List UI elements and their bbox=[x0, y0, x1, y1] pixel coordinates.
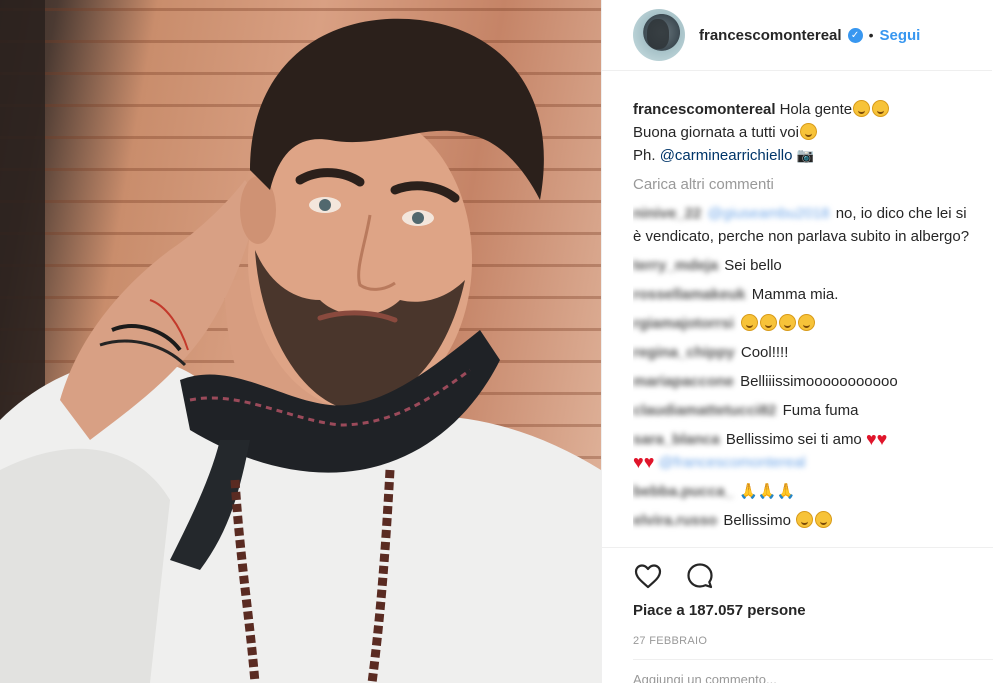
speech-bubble-icon[interactable] bbox=[685, 561, 715, 591]
comment-item: terry_mdeja Sei bello bbox=[633, 254, 979, 277]
portrait-illustration bbox=[0, 0, 601, 683]
header-username[interactable]: francescomontereal bbox=[699, 27, 842, 44]
comment-mention-link[interactable]: @francescomontereal bbox=[659, 454, 806, 471]
post-photo[interactable] bbox=[0, 0, 601, 683]
comment-item: bebba.pucca_ 🙏🙏🙏 bbox=[633, 480, 979, 503]
comment-username[interactable]: rossellamakeuk bbox=[633, 286, 746, 303]
smiling-face-emoji-icon bbox=[760, 314, 778, 331]
divider bbox=[633, 659, 993, 660]
comment-text: Bellissimo bbox=[723, 512, 791, 529]
comment-text: Belliiissimooooooooooo bbox=[740, 373, 898, 390]
comment-username[interactable]: rgiamajotorrsi bbox=[633, 315, 734, 332]
comment-username[interactable]: ninive_22 bbox=[633, 205, 701, 222]
post-caption: francescomontereal Hola gente Buona giorn… bbox=[633, 98, 979, 167]
follow-button[interactable]: Segui bbox=[879, 27, 920, 44]
comment-item: elvira.russo Bellissimo bbox=[633, 509, 979, 532]
comment-username[interactable]: mariapaccone bbox=[633, 373, 734, 390]
separator-dot: • bbox=[868, 27, 874, 43]
grinning-face-emoji-icon bbox=[799, 123, 817, 140]
comment-item: rossellamakeuk Mamma mia. bbox=[633, 283, 979, 306]
red-heart-emoji-icon: ♥ bbox=[876, 429, 888, 449]
comment-text: Mamma mia. bbox=[751, 286, 839, 303]
smiling-face-emoji-icon bbox=[798, 314, 816, 331]
caption-mention-link[interactable]: @carminearrichiello bbox=[660, 147, 793, 164]
comment-username[interactable]: elvira.russo bbox=[633, 512, 717, 529]
comment-item: claudiamattetucci82 Fuma fuma bbox=[633, 399, 979, 422]
smiling-face-emoji-icon bbox=[779, 314, 797, 331]
folded-hands-emoji-icon: 🙏🙏🙏 bbox=[739, 483, 796, 500]
smiling-face-emoji-icon bbox=[872, 100, 890, 117]
comment-item: sara_blanca Bellissimo sei ti amo ♥♥ ♥♥ … bbox=[633, 428, 979, 474]
comment-text: Cool!!!! bbox=[740, 344, 789, 361]
post-sidebar: francescomontereal ✓ • Segui francescomo… bbox=[601, 0, 1000, 683]
smiling-face-emoji-icon bbox=[815, 511, 833, 528]
post-date[interactable]: 27 FEBBRAIO bbox=[633, 635, 707, 647]
divider bbox=[602, 547, 993, 548]
comment-username[interactable]: terry_mdeja bbox=[633, 257, 718, 274]
caption-line-1: Hola gente bbox=[779, 101, 853, 118]
smiling-face-emoji-icon bbox=[741, 314, 759, 331]
add-comment-input[interactable]: Aggiungi un commento... bbox=[633, 672, 833, 683]
smiling-face-emoji-icon bbox=[853, 100, 871, 117]
caption-line-2: Buona giornata a tutti voi bbox=[633, 124, 799, 141]
instagram-post: francescomontereal ✓ • Segui francescomo… bbox=[0, 0, 1000, 683]
post-actions bbox=[633, 561, 715, 591]
comment-mention-link[interactable]: @giuseambu2018 bbox=[708, 205, 830, 222]
caption-username[interactable]: francescomontereal bbox=[633, 101, 776, 118]
comment-text: Sei bello bbox=[724, 257, 782, 274]
avatar[interactable] bbox=[633, 9, 685, 61]
comment-username[interactable]: claudiamattetucci82 bbox=[633, 402, 776, 419]
verified-badge-icon: ✓ bbox=[847, 27, 863, 43]
comments-list[interactable]: francescomontereal Hola gente Buona giorn… bbox=[633, 98, 979, 546]
comment-username[interactable]: sara_blanca bbox=[633, 431, 720, 448]
red-heart-emoji-icon: ♥ bbox=[633, 452, 644, 472]
caption-line-3-prefix: Ph. bbox=[633, 147, 656, 164]
camera-emoji-icon: 📷 bbox=[796, 147, 815, 163]
load-more-comments-link[interactable]: Carica altri commenti bbox=[633, 173, 979, 196]
comment-text: Bellissimo sei ti amo bbox=[725, 431, 862, 448]
comment-text: Fuma fuma bbox=[782, 402, 859, 419]
likes-count[interactable]: Piace a 187.057 persone bbox=[633, 602, 806, 619]
comment-item: rgiamajotorrsi bbox=[633, 312, 979, 335]
red-heart-emoji-icon: ♥ bbox=[865, 429, 877, 449]
smiling-face-emoji-icon bbox=[796, 511, 814, 528]
heart-outline-icon[interactable] bbox=[633, 561, 663, 591]
comment-username[interactable]: bebba.pucca_ bbox=[633, 483, 733, 500]
comment-username[interactable]: regina_chippy bbox=[633, 344, 735, 361]
red-heart-emoji-icon: ♥ bbox=[643, 452, 655, 472]
comment-item: ninive_22 @giuseambu2018 no, io dico che… bbox=[633, 202, 979, 248]
comment-item: regina_chippy Cool!!!! bbox=[633, 341, 979, 364]
comment-item: mariapaccone Belliiissimooooooooooo bbox=[633, 370, 979, 393]
post-header: francescomontereal ✓ • Segui bbox=[602, 0, 992, 71]
